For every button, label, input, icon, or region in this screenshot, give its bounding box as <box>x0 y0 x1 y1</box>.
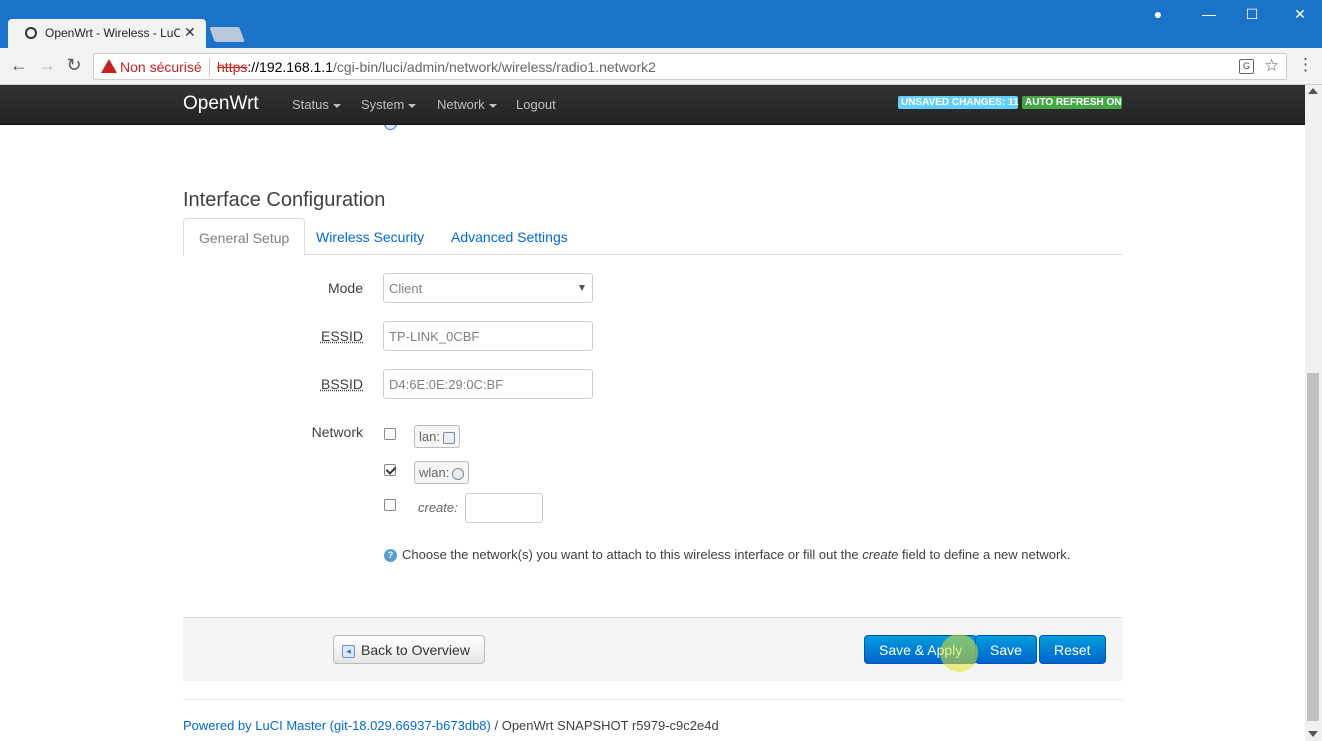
caret-down-icon <box>408 103 417 108</box>
browser-titlebar: OpenWrt - Wireless - LuCI ✕ ● — ☐ ✕ <box>0 0 1322 48</box>
back-to-overview-button[interactable]: ◂ Back to Overview <box>333 635 485 664</box>
url-host: ://192.168.1.1 <box>247 59 333 75</box>
bssid-label: BSSID <box>320 376 363 392</box>
footer-separator: / <box>490 718 502 733</box>
security-warning[interactable]: Non sécurisé <box>120 59 202 75</box>
back-button-label: Back to Overview <box>361 642 470 658</box>
maximize-icon[interactable]: ☐ <box>1242 6 1262 23</box>
window-close-icon[interactable]: ✕ <box>1290 6 1310 23</box>
wifi-icon <box>452 467 465 480</box>
tab-general-setup[interactable]: General Setup <box>183 218 306 256</box>
back-icon: ◂ <box>342 644 355 658</box>
browser-menu-icon[interactable]: ⋮ <box>1297 55 1314 75</box>
dropdown-arrow-icon <box>579 285 585 291</box>
unsaved-changes-badge[interactable]: UNSAVED CHANGES: 11 <box>898 96 1019 109</box>
menu-network[interactable]: Network <box>437 97 497 112</box>
lan-network-name: lan: <box>419 429 440 444</box>
help-icon: ? <box>384 549 397 563</box>
config-tabs: General Setup Wireless Security Advanced… <box>183 218 1123 256</box>
help-suffix: field to define a new network. <box>898 547 1071 562</box>
bookmark-star-icon[interactable]: ☆ <box>1264 56 1279 76</box>
menu-network-label: Network <box>437 97 485 112</box>
ethernet-icon <box>442 431 455 444</box>
wlan-checkbox[interactable] <box>384 464 396 476</box>
lan-network-badge: lan: <box>414 425 460 448</box>
menu-logout[interactable]: Logout <box>516 97 556 112</box>
network-help-text: ? Choose the network(s) you want to attac… <box>384 547 1071 563</box>
forward-arrow-icon[interactable]: → <box>36 55 58 76</box>
save-button[interactable]: Save <box>975 635 1037 664</box>
mode-select-value: Client <box>389 281 423 296</box>
brand-logo[interactable]: OpenWrt <box>183 93 259 115</box>
page-viewport: OpenWrt Status System Network Logout UNS… <box>0 85 1305 741</box>
page-scrollbar[interactable] <box>1305 85 1322 741</box>
tab-close-icon[interactable]: ✕ <box>184 24 196 41</box>
footer-divider <box>183 699 1123 700</box>
menu-status-label: Status <box>292 97 329 112</box>
mode-label: Mode <box>327 280 363 296</box>
translate-icon[interactable]: G <box>1239 59 1254 74</box>
new-tab-button[interactable] <box>209 27 245 42</box>
url-scheme: https <box>217 59 248 75</box>
footer: Powered by LuCI Master (git-18.029.66937… <box>183 718 719 733</box>
scroll-down-arrow-icon[interactable] <box>1308 731 1318 737</box>
minimize-icon[interactable]: — <box>1199 6 1219 22</box>
essid-label: ESSID <box>320 328 363 344</box>
warning-icon <box>101 59 117 73</box>
openwrt-navbar: OpenWrt Status System Network Logout UNS… <box>0 85 1305 125</box>
scroll-up-arrow-icon[interactable] <box>1308 88 1318 94</box>
wlan-network-name: wlan: <box>419 465 450 480</box>
create-network-input[interactable] <box>465 493 543 523</box>
caret-down-icon <box>332 103 341 108</box>
back-arrow-icon[interactable]: ← <box>8 55 30 76</box>
luci-link[interactable]: Powered by LuCI Master (git-18.029.66937… <box>183 718 491 733</box>
tab-advanced-settings[interactable]: Advanced Settings <box>436 218 583 255</box>
url-path: /cgi-bin/luci/admin/network/wireless/rad… <box>333 59 656 75</box>
tab-wireless-security[interactable]: Wireless Security <box>301 218 439 255</box>
omnibox-divider <box>209 58 210 76</box>
cursor-highlight <box>940 634 978 672</box>
tab-title: OpenWrt - Wireless - LuCI <box>45 26 180 40</box>
mode-select[interactable]: Client <box>383 273 593 303</box>
menu-system[interactable]: System <box>361 97 417 112</box>
menu-system-label: System <box>361 97 405 112</box>
wlan-network-badge: wlan: <box>414 461 470 484</box>
menu-status[interactable]: Status <box>292 97 341 112</box>
auto-refresh-badge[interactable]: AUTO REFRESH ON <box>1022 96 1122 109</box>
browser-toolbar: ← → ↻ Non sécurisé https://192.168.1.1/c… <box>0 48 1322 85</box>
scrollbar-thumb[interactable] <box>1307 373 1319 721</box>
caret-down-icon <box>488 103 497 108</box>
profile-icon[interactable]: ● <box>1148 6 1168 22</box>
section-title: Interface Configuration <box>183 189 386 211</box>
bssid-input[interactable]: D4:6E:0E:29:0C:BF <box>383 369 593 399</box>
address-bar[interactable]: Non sécurisé https://192.168.1.1/cgi-bin… <box>93 53 1287 80</box>
reload-icon[interactable]: ↻ <box>63 55 85 76</box>
create-label: create: <box>418 500 458 515</box>
browser-tab[interactable]: OpenWrt - Wireless - LuCI ✕ <box>8 19 206 48</box>
lan-checkbox[interactable] <box>384 428 396 440</box>
help-prefix: Choose the network(s) you want to attach… <box>402 547 863 562</box>
openwrt-favicon-icon <box>25 27 37 39</box>
help-emphasis: create <box>862 547 899 562</box>
openwrt-version: OpenWrt SNAPSHOT r5979-c9c2e4d <box>501 718 719 733</box>
essid-input[interactable]: TP-LINK_0CBF <box>383 321 593 351</box>
form-actions: ◂ Back to Overview Save & Apply Save Rese… <box>183 617 1123 681</box>
network-label: Network <box>311 424 363 440</box>
reset-button[interactable]: Reset <box>1039 635 1106 664</box>
create-checkbox[interactable] <box>384 499 396 511</box>
url-text[interactable]: https://192.168.1.1/cgi-bin/luci/admin/n… <box>217 59 656 75</box>
